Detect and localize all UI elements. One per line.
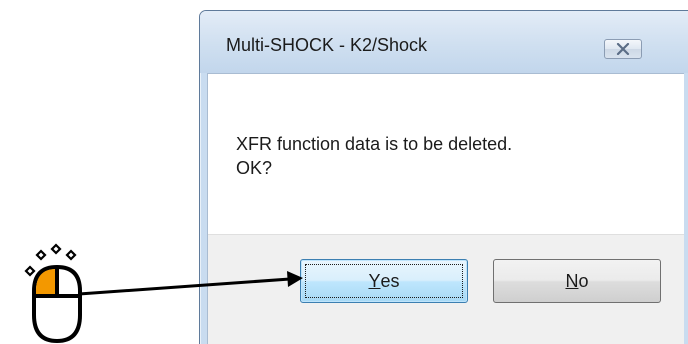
yes-button-accelerator: Y [368, 270, 381, 291]
mouse-left-click-icon [24, 243, 82, 344]
click-sparkle-icon [65, 249, 77, 261]
screen: Multi-SHOCK - K2/Shock XFR function data… [0, 0, 688, 344]
click-sparkle-icon [50, 243, 62, 255]
dialog-button-area: Yes No [208, 234, 684, 344]
close-icon [616, 43, 630, 55]
no-button-accelerator: N [565, 270, 579, 291]
yes-button-label: es [380, 270, 400, 291]
click-sparkle-icon [35, 249, 47, 261]
dialog-message: XFR function data is to be deleted. OK? [236, 132, 512, 180]
click-sparkle-icon [24, 265, 36, 277]
confirm-dialog: Multi-SHOCK - K2/Shock XFR function data… [199, 10, 688, 344]
close-button[interactable] [604, 39, 642, 59]
dialog-client-area: XFR function data is to be deleted. OK? … [207, 73, 684, 344]
no-button-label: o [578, 270, 589, 291]
no-button[interactable]: No [493, 259, 661, 303]
message-line-2: OK? [236, 158, 273, 178]
message-line-1: XFR function data is to be deleted. [236, 134, 513, 154]
dialog-titlebar[interactable]: Multi-SHOCK - K2/Shock [200, 11, 688, 73]
dialog-title: Multi-SHOCK - K2/Shock [226, 35, 428, 55]
yes-button[interactable]: Yes [300, 259, 468, 303]
